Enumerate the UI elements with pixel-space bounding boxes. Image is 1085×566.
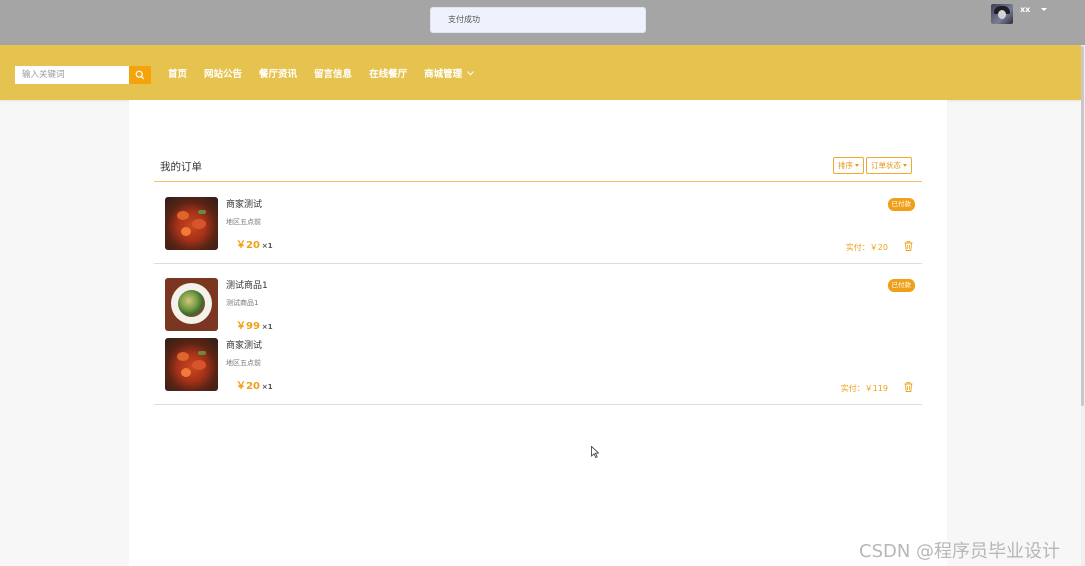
status-badge: 已付款 bbox=[887, 279, 915, 292]
nav-messages[interactable]: 留言信息 bbox=[314, 66, 352, 84]
nav-online-restaurant[interactable]: 在线餐厅 bbox=[369, 66, 407, 84]
sort-button[interactable]: 排序 bbox=[833, 157, 864, 174]
item-desc: 测试商品1 bbox=[226, 299, 259, 307]
item-desc: 地区五点前 bbox=[226, 359, 261, 367]
username[interactable]: xx bbox=[1020, 5, 1030, 14]
item-price: ￥20 ×1 bbox=[236, 377, 273, 392]
price-value: ￥99 bbox=[236, 321, 260, 332]
price-value: ￥20 bbox=[236, 381, 260, 392]
caret-down-icon bbox=[903, 164, 907, 167]
product-image-spicy-stew bbox=[165, 338, 218, 391]
main-nav: 首页 网站公告 餐厅资讯 留言信息 在线餐厅 商城管理 bbox=[168, 66, 474, 84]
order-card[interactable]: 测试商品1 测试商品1 ￥99 ×1 商家测试 地区五点前 ￥20 ×1 已付款 实… bbox=[154, 263, 922, 405]
avatar[interactable] bbox=[991, 4, 1013, 24]
item-desc: 地区五点前 bbox=[226, 218, 261, 226]
order-status-filter[interactable]: 订单状态 bbox=[866, 157, 912, 174]
nav-restaurant-news[interactable]: 餐厅资讯 bbox=[259, 66, 297, 84]
navbar: 首页 网站公告 餐厅资讯 留言信息 在线餐厅 商城管理 bbox=[0, 45, 1081, 100]
success-toast: 支付成功 bbox=[430, 7, 646, 33]
product-image-salad bbox=[165, 278, 218, 331]
paid-amount: 实付：￥119 bbox=[840, 384, 888, 393]
order-status-label: 订单状态 bbox=[871, 161, 901, 170]
order-card[interactable]: 商家测试 地区五点前 ￥20 ×1 已付款 实付：￥20 bbox=[154, 182, 922, 264]
toast-message: 支付成功 bbox=[448, 15, 480, 24]
nav-shop-management-label: 商城管理 bbox=[424, 69, 463, 80]
item-price: ￥20 ×1 bbox=[236, 236, 273, 251]
product-image-spicy-stew bbox=[165, 197, 218, 250]
item-qty: ×1 bbox=[261, 383, 273, 391]
caret-down-icon[interactable] bbox=[1041, 8, 1047, 11]
price-value: ￥20 bbox=[236, 240, 260, 251]
trash-icon[interactable] bbox=[904, 382, 913, 392]
nav-announcements[interactable]: 网站公告 bbox=[204, 66, 242, 84]
chevron-down-icon bbox=[467, 71, 474, 76]
nav-home[interactable]: 首页 bbox=[168, 66, 187, 84]
caret-down-icon bbox=[855, 164, 859, 167]
item-name: 商家测试 bbox=[226, 341, 263, 351]
nav-shop-management[interactable]: 商城管理 bbox=[424, 66, 474, 84]
orders-panel: 我的订单 排序 订单状态 商家测试 地区五点前 ￥20 ×1 已付款 实付：￥20… bbox=[129, 100, 947, 566]
search-button[interactable] bbox=[129, 66, 151, 84]
page-title: 我的订单 bbox=[160, 161, 202, 173]
search-input[interactable] bbox=[15, 66, 129, 84]
trash-icon[interactable] bbox=[904, 241, 913, 251]
search-icon bbox=[135, 70, 145, 80]
watermark: CSDN @程序员毕业设计 bbox=[859, 541, 1061, 562]
item-price: ￥99 ×1 bbox=[236, 317, 273, 332]
item-name: 商家测试 bbox=[226, 200, 263, 210]
paid-amount: 实付：￥20 bbox=[845, 243, 888, 252]
sort-label: 排序 bbox=[838, 161, 853, 170]
item-qty: ×1 bbox=[261, 242, 273, 250]
status-badge: 已付款 bbox=[887, 198, 915, 211]
mouse-cursor-icon bbox=[591, 446, 599, 458]
item-name: 测试商品1 bbox=[226, 281, 268, 291]
item-qty: ×1 bbox=[261, 323, 273, 331]
scrollbar-thumb[interactable] bbox=[1081, 46, 1084, 406]
